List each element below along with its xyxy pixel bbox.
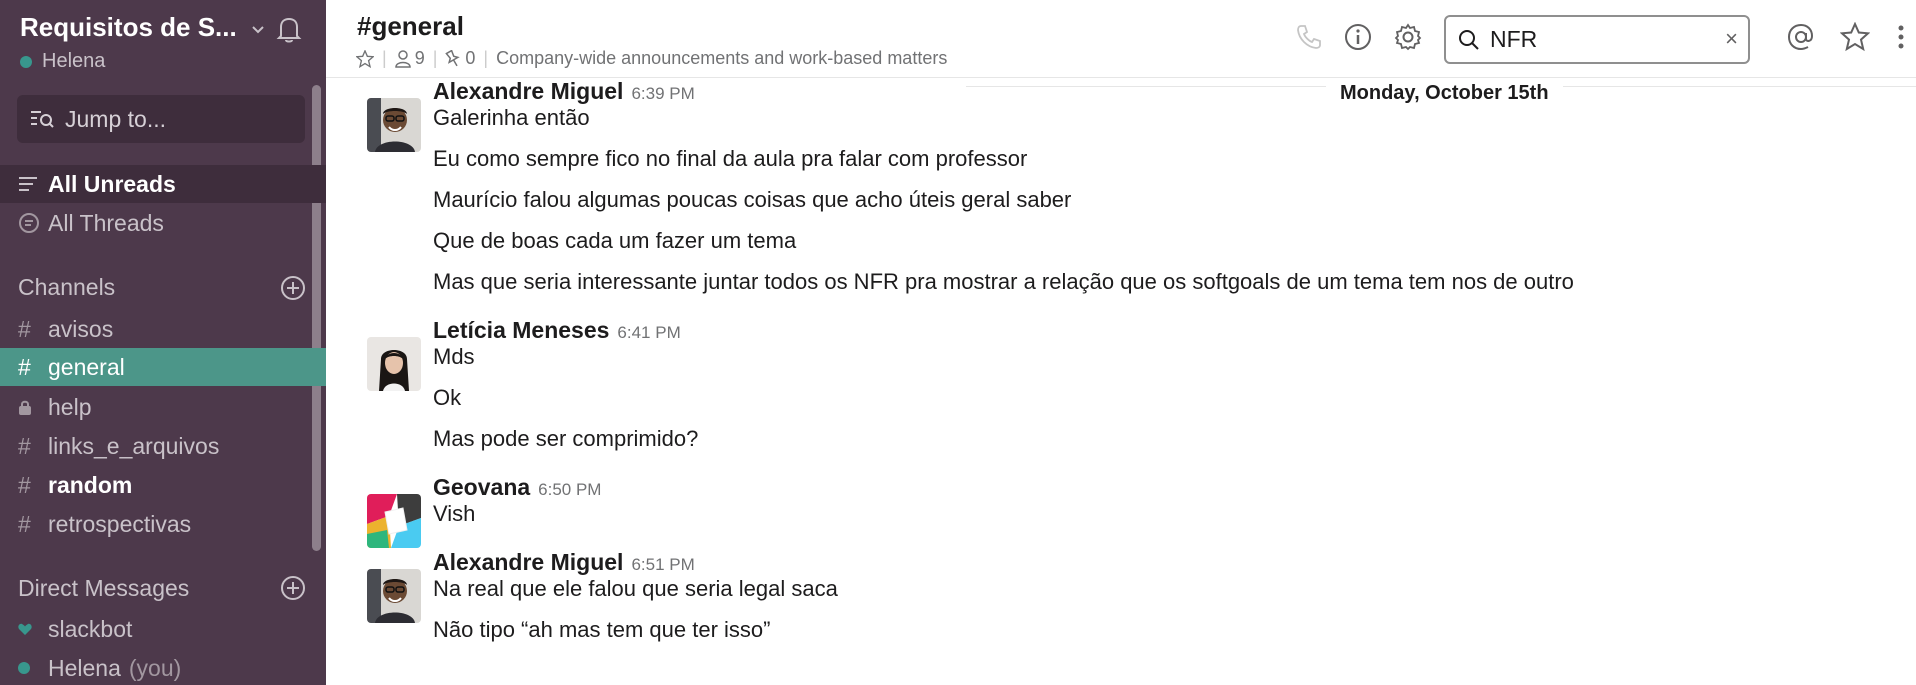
sidebar-item-general[interactable]: # general: [0, 348, 326, 386]
sidebar-item-label: Helena: [48, 654, 121, 681]
message-text: Vish: [433, 501, 476, 526]
sidebar-item-retrospectivas[interactable]: # retrospectivas: [0, 505, 326, 543]
dm-item-helena[interactable]: Helena (you): [0, 649, 326, 685]
channel-topic[interactable]: Company-wide announcements and work-base…: [496, 48, 947, 69]
message-pane: Monday, October 15th Alexandre Miguel 6:3…: [326, 78, 1916, 685]
sidebar-item-label: random: [48, 471, 133, 498]
hash-icon: #: [18, 353, 31, 380]
message-time[interactable]: 6:51 PM: [631, 555, 694, 574]
message-time[interactable]: 6:39 PM: [631, 84, 694, 103]
you-suffix: (you): [128, 654, 182, 681]
list-icon: [18, 176, 44, 192]
sidebar-item-links-e-arquivos[interactable]: # links_e_arquivos: [0, 427, 326, 465]
jump-to-button[interactable]: Jump to...: [17, 95, 305, 143]
jump-to-label: Jump to...: [65, 105, 166, 132]
online-dot: [18, 662, 44, 674]
avatar[interactable]: [367, 98, 421, 152]
sidebar-item-avisos[interactable]: # avisos: [0, 310, 326, 348]
sidebar-item-label: general: [48, 353, 125, 380]
workspace-header[interactable]: Requisitos de S... Helena: [20, 12, 310, 76]
channels-header[interactable]: Channels: [18, 274, 115, 301]
author-name[interactable]: Alexandre Miguel: [433, 549, 623, 575]
author-name[interactable]: Alexandre Miguel: [433, 78, 623, 104]
message-author[interactable]: Alexandre Miguel 6:51 PM: [433, 549, 695, 576]
message-text: Mas pode ser comprimido?: [433, 426, 699, 451]
channel-meta: | 9 | 0 | Company-wide announcements and…: [356, 48, 947, 69]
jump-search-icon: [31, 111, 54, 128]
bell-icon[interactable]: [272, 12, 306, 46]
phone-icon[interactable]: [1294, 22, 1324, 52]
current-user-name: Helena: [42, 50, 106, 72]
hash-icon: #: [18, 510, 31, 537]
dm-item-slackbot[interactable]: slackbot: [0, 610, 326, 648]
presence-dot: [20, 55, 32, 68]
sidebar-item-label: help: [48, 393, 92, 420]
search-input[interactable]: NFR ×: [1444, 15, 1750, 64]
hash-icon: #: [18, 432, 31, 459]
workspace-name[interactable]: Requisitos de S...: [20, 12, 237, 43]
message-text: Ok: [433, 385, 462, 410]
message-text: Mds: [433, 344, 475, 369]
hash-icon: #: [18, 471, 31, 498]
hash-icon: #: [18, 315, 31, 342]
avatar[interactable]: [367, 337, 421, 391]
message-author[interactable]: Letícia Meneses 6:41 PM: [433, 317, 681, 344]
channel-title[interactable]: #general: [357, 11, 464, 42]
chevron-down-icon[interactable]: [248, 20, 268, 40]
sidebar: Requisitos de S... Helena Jump to... All…: [0, 0, 326, 685]
sidebar-item-help[interactable]: help: [0, 388, 326, 426]
starred-items-icon[interactable]: [1840, 22, 1870, 52]
author-name[interactable]: Geovana: [433, 474, 530, 500]
direct-messages-header[interactable]: Direct Messages: [18, 575, 189, 602]
sidebar-item-random[interactable]: # random: [0, 466, 326, 504]
channel-header: #general | 9 | 0 | Company-wide announce…: [326, 0, 1916, 78]
threads-icon: [18, 212, 44, 234]
more-options-icon[interactable]: [1886, 22, 1916, 52]
mentions-icon[interactable]: [1786, 22, 1816, 52]
sidebar-item-label: All Unreads: [48, 170, 176, 197]
message-text: Eu como sempre fico no final da aula pra…: [433, 146, 1028, 171]
message-text: Mas que seria interessante juntar todos …: [433, 269, 1574, 294]
gear-icon[interactable]: [1393, 22, 1423, 52]
sidebar-item-label: links_e_arquivos: [48, 432, 220, 459]
message-time[interactable]: 6:50 PM: [538, 480, 601, 499]
add-channel-icon[interactable]: [280, 275, 306, 301]
message-author[interactable]: Geovana 6:50 PM: [433, 474, 601, 501]
avatar[interactable]: [367, 569, 421, 623]
star-icon[interactable]: [356, 49, 374, 68]
lock-icon: [18, 399, 44, 415]
date-divider: Monday, October 15th: [966, 82, 1916, 105]
info-icon[interactable]: [1343, 22, 1373, 52]
message-text: Maurício falou algumas poucas coisas que…: [433, 187, 1072, 212]
members-icon[interactable]: [394, 49, 411, 68]
pins-count[interactable]: 0: [465, 48, 475, 69]
sidebar-item-label: All Threads: [48, 209, 164, 236]
author-name[interactable]: Letícia Meneses: [433, 317, 609, 343]
message-text: Na real que ele falou que seria legal sa…: [433, 576, 838, 601]
pin-icon[interactable]: [445, 49, 461, 68]
heart-icon: [18, 623, 44, 636]
sidebar-item-all-unreads[interactable]: All Unreads: [0, 165, 326, 203]
search-icon: [1459, 29, 1479, 50]
message-time[interactable]: 6:41 PM: [617, 323, 680, 342]
search-value: NFR: [1490, 26, 1538, 52]
message-text: Que de boas cada um fazer um tema: [433, 228, 797, 253]
sidebar-item-all-threads[interactable]: All Threads: [0, 204, 326, 242]
sidebar-item-label: avisos: [48, 315, 114, 342]
clear-search-button[interactable]: ×: [1725, 26, 1738, 52]
add-dm-icon[interactable]: [280, 575, 306, 601]
avatar[interactable]: [367, 494, 421, 548]
message-text: Não tipo “ah mas tem que ter isso”: [433, 617, 771, 642]
members-count[interactable]: 9: [415, 48, 425, 69]
date-label[interactable]: Monday, October 15th: [1326, 82, 1563, 105]
sidebar-item-label: retrospectivas: [48, 510, 192, 537]
message-text: Galerinha então: [433, 105, 590, 130]
sidebar-item-label: slackbot: [48, 615, 133, 642]
message-author[interactable]: Alexandre Miguel 6:39 PM: [433, 78, 695, 105]
current-user[interactable]: Helena: [20, 50, 105, 73]
